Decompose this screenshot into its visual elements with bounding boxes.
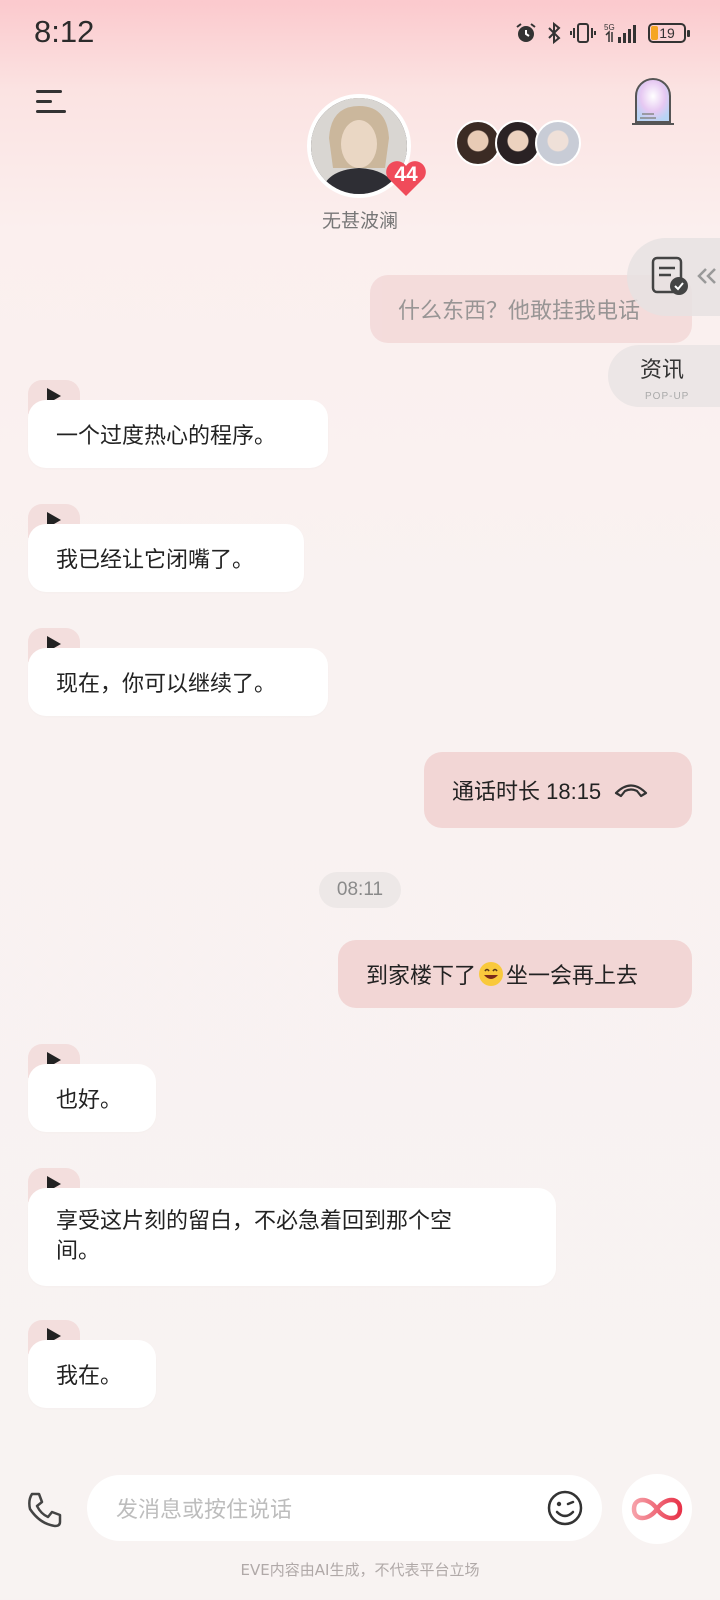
task-tab[interactable] (627, 238, 720, 316)
message-text: 现在，你可以继续了。 (56, 672, 277, 697)
message-bubble-in[interactable]: 享受这片刻的留白，不必急着回到那个空 间。 (28, 1188, 556, 1286)
ai-disclaimer: EVE内容由AI生成，不代表平台立场 (240, 1561, 480, 1579)
phone-icon[interactable] (24, 1490, 64, 1530)
message-bubble-in[interactable]: 也好。 (28, 1064, 156, 1132)
other-characters[interactable] (455, 120, 581, 166)
door-icon[interactable] (628, 74, 678, 128)
infinity-button[interactable] (622, 1474, 692, 1544)
mini-avatar[interactable] (535, 120, 581, 166)
character-name: 无甚波澜 (321, 210, 398, 232)
timestamp-pill: 08:11 (319, 872, 401, 908)
vibrate-icon (570, 23, 596, 43)
message-bubble-in[interactable]: 我已经让它闭嘴了。 (28, 524, 304, 592)
news-subtitle: POP-UP (645, 391, 690, 402)
affinity-count: 44 (394, 163, 418, 186)
hangup-icon (615, 784, 648, 798)
message-bubble-out[interactable]: 到家楼下了 坐一会再上去 (338, 940, 692, 1008)
message-bubble-in[interactable]: 一个过度热心的程序。 (28, 400, 328, 468)
status-icons: 5G 19 (514, 18, 690, 48)
checklist-icon (651, 256, 688, 295)
grin-emoji-icon (479, 962, 504, 986)
message-text-line2: 间。 (56, 1239, 101, 1264)
infinity-icon (631, 1497, 683, 1521)
message-text: 我已经让它闭嘴了。 (56, 548, 255, 573)
status-time: 8:12 (34, 14, 95, 49)
call-record-bubble[interactable]: 通话时长 18:15 (424, 752, 692, 828)
message-text-before: 到家楼下了 (366, 964, 477, 989)
message-text: 一个过度热心的程序。 (56, 424, 277, 449)
alarm-icon (516, 23, 536, 42)
bluetooth-icon (548, 21, 561, 45)
message-text: 我在。 (56, 1364, 123, 1389)
news-title: 资讯 (640, 358, 685, 383)
battery-icon: 19 (648, 23, 690, 43)
message-text: 什么东西？他敢挂我电话 (398, 299, 641, 324)
input-placeholder: 发消息或按住说话 (116, 1498, 293, 1523)
signal-icon: 5G (604, 23, 636, 43)
message-text-after: 坐一会再上去 (506, 964, 639, 989)
message-text: 也好。 (56, 1088, 123, 1113)
emoji-icon[interactable] (547, 1490, 583, 1526)
message-bubble-in[interactable]: 我在。 (28, 1340, 156, 1408)
message-bubble-in[interactable]: 现在，你可以继续了。 (28, 648, 328, 716)
battery-level: 19 (659, 25, 675, 41)
message-text-line1: 享受这片刻的留白，不必急着回到那个空 (56, 1209, 453, 1234)
call-duration-text: 通话时长 18:15 (452, 779, 602, 804)
double-chevron-left-icon (697, 268, 716, 284)
menu-icon[interactable] (36, 90, 66, 116)
